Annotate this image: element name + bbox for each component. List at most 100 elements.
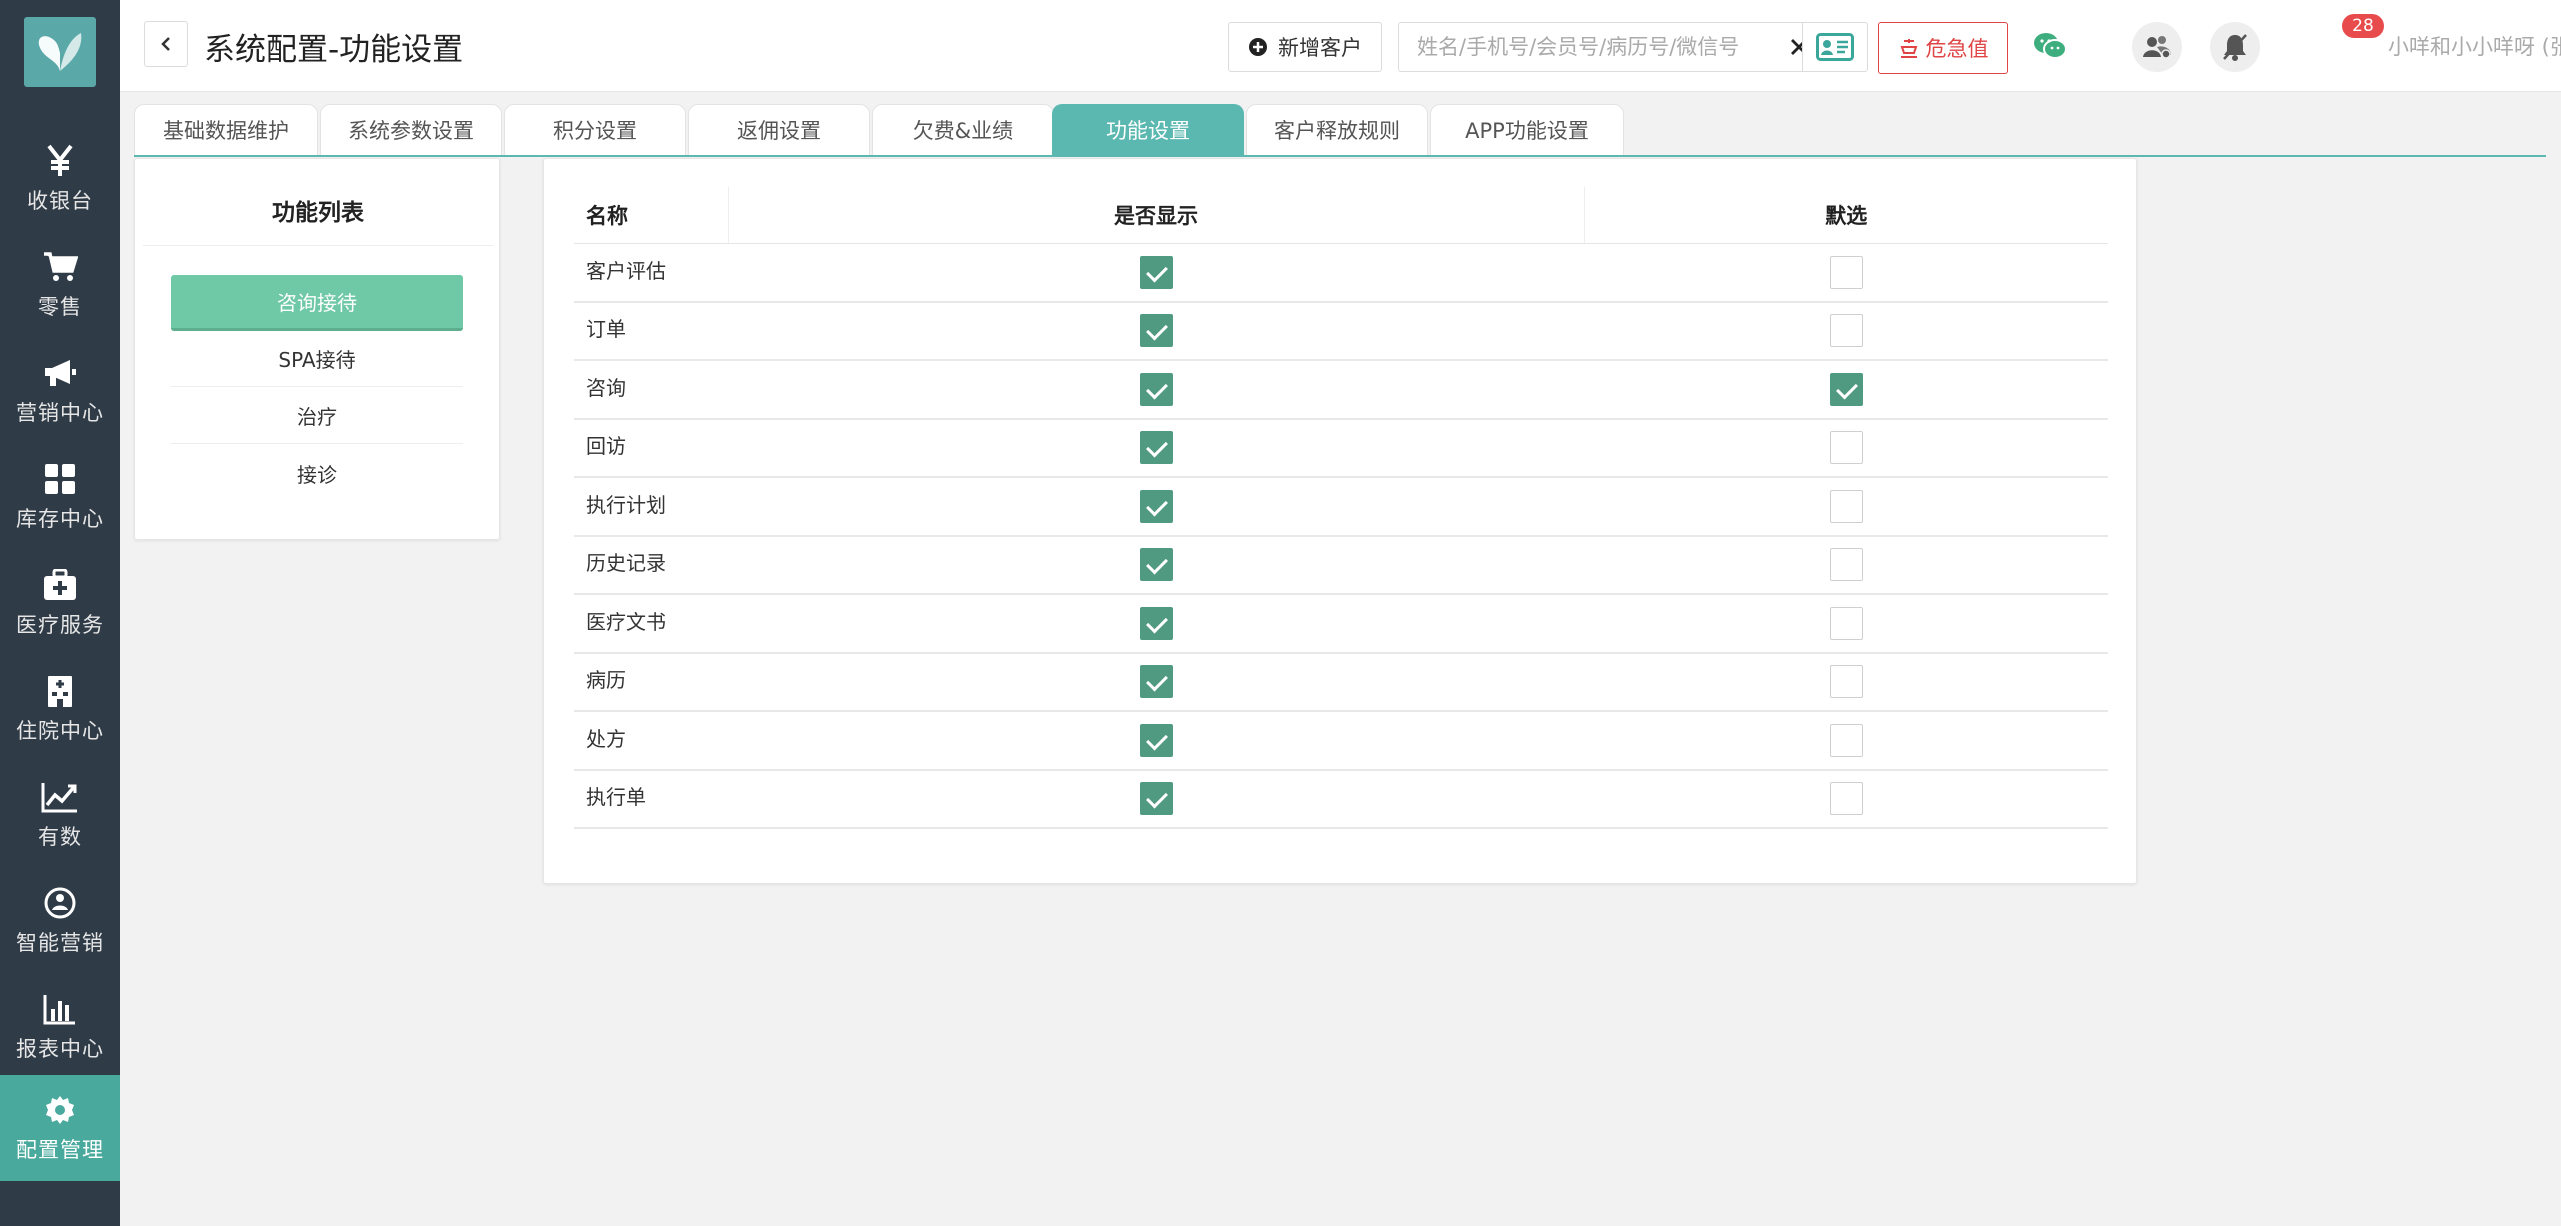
show-checkbox[interactable] <box>1139 314 1173 348</box>
show-checkbox[interactable] <box>1139 782 1173 816</box>
butterfly-logo-icon <box>38 33 82 71</box>
tab-system-params[interactable]: 系统参数设置 <box>320 104 502 155</box>
cell-show <box>728 301 1584 361</box>
sidebar-item-medical[interactable]: 医疗服务 <box>0 550 120 656</box>
top-header: 系统配置-功能设置 新增客户 危急值 28 小咩和小小咩呀 (张江门诊部) <box>120 0 2561 92</box>
show-checkbox[interactable] <box>1139 548 1173 582</box>
add-customer-button[interactable]: 新增客户 <box>1228 22 1382 72</box>
tab-customer-release[interactable]: 客户释放规则 <box>1246 104 1428 155</box>
cell-show <box>728 769 1584 829</box>
row-name: 处方 <box>574 711 728 771</box>
config-tabs: 基础数据维护 系统参数设置 积分设置 返佣设置 欠费&业绩 功能设置 客户释放规… <box>134 104 2546 157</box>
cell-show <box>728 477 1584 537</box>
tab-points[interactable]: 积分设置 <box>504 104 686 155</box>
column-header-name: 名称 <box>574 187 729 244</box>
default-checkbox[interactable] <box>1829 314 1863 348</box>
row-name: 客户评估 <box>574 243 728 303</box>
tab-function-settings[interactable]: 功能设置 <box>1052 104 1244 155</box>
function-settings-panel: 名称 是否显示 默选 客户评估 订单 咨询 回访 执行计划 历史记录 医疗文书 病历 处方 执行单 <box>543 158 2137 884</box>
show-checkbox[interactable] <box>1139 255 1173 289</box>
id-card-button[interactable] <box>1802 22 1868 72</box>
column-header-show: 是否显示 <box>728 187 1585 244</box>
table-row: 医疗文书 <box>574 594 2108 654</box>
default-checkbox[interactable] <box>1829 255 1863 289</box>
function-item-consultation[interactable]: 接诊 <box>171 445 463 501</box>
function-item-treatment[interactable]: 治疗 <box>171 388 463 444</box>
default-checkbox[interactable] <box>1829 431 1863 465</box>
default-checkbox[interactable] <box>1829 548 1863 582</box>
tab-app-settings[interactable]: APP功能设置 <box>1430 104 1624 155</box>
sidebar-item-label: 营销中心 <box>16 401 104 425</box>
table-row: 订单 <box>574 301 2108 361</box>
app-logo[interactable] <box>24 17 96 87</box>
default-checkbox[interactable] <box>1829 489 1863 523</box>
sidebar-item-smart-marketing[interactable]: 智能营销 <box>0 868 120 974</box>
tab-arrears-performance[interactable]: 欠费&业绩 <box>872 104 1054 155</box>
sidebar-item-data[interactable]: 有数 <box>0 762 120 868</box>
id-card-icon <box>1816 33 1854 61</box>
tab-commission[interactable]: 返佣设置 <box>688 104 870 155</box>
table-row: 客户评估 <box>574 243 2108 303</box>
row-name: 执行单 <box>574 769 728 829</box>
row-name: 回访 <box>574 418 728 478</box>
show-checkbox[interactable] <box>1139 665 1173 699</box>
sidebar-item-reports[interactable]: 报表中心 <box>0 974 120 1080</box>
function-item-consult-reception[interactable]: 咨询接待 <box>171 275 463 331</box>
table-row: 病历 <box>574 652 2108 712</box>
notification-count-badge: 28 <box>2342 14 2384 38</box>
sidebar: 收银台 零售 营销中心 库存中心 医疗服务 住院中心 有数 智能营销 报表中心 … <box>0 0 120 1226</box>
cart-icon <box>42 249 78 285</box>
bar-chart-icon <box>43 991 77 1027</box>
table-row: 咨询 <box>574 360 2108 420</box>
default-checkbox[interactable] <box>1829 665 1863 699</box>
smart-marketing-icon <box>43 885 77 921</box>
sidebar-item-cashier[interactable]: 收银台 <box>0 126 120 232</box>
alert-icon <box>1900 39 1917 58</box>
notification-button[interactable] <box>2210 22 2260 72</box>
cell-show <box>728 243 1584 303</box>
customer-search <box>1398 22 1822 72</box>
show-checkbox[interactable] <box>1139 372 1173 406</box>
gear-icon <box>44 1092 76 1128</box>
wechat-button[interactable] <box>2028 24 2072 68</box>
cell-default <box>1584 301 2108 361</box>
cell-show <box>728 652 1584 712</box>
show-checkbox[interactable] <box>1139 723 1173 757</box>
critical-value-button[interactable]: 危急值 <box>1878 22 2008 74</box>
row-name: 执行计划 <box>574 477 728 537</box>
cell-show <box>728 711 1584 771</box>
divider <box>143 245 493 246</box>
column-header-default: 默选 <box>1584 187 2108 244</box>
show-checkbox[interactable] <box>1139 606 1173 640</box>
cell-default <box>1584 594 2108 654</box>
show-checkbox[interactable] <box>1139 489 1173 523</box>
bell-muted-icon <box>2223 34 2247 61</box>
default-checkbox[interactable] <box>1829 723 1863 757</box>
row-name: 订单 <box>574 301 728 361</box>
cell-default <box>1584 769 2108 829</box>
default-checkbox[interactable] <box>1829 606 1863 640</box>
tab-basic-data[interactable]: 基础数据维护 <box>134 104 318 155</box>
function-list-panel: 功能列表 咨询接待 SPA接待 治疗 接诊 <box>134 158 500 540</box>
sidebar-item-retail[interactable]: 零售 <box>0 232 120 338</box>
table-row: 处方 <box>574 711 2108 771</box>
table-row: 执行计划 <box>574 477 2108 537</box>
sidebar-item-label: 报表中心 <box>16 1037 104 1061</box>
back-button[interactable] <box>144 21 188 67</box>
show-checkbox[interactable] <box>1139 431 1173 465</box>
table-header-row: 名称 是否显示 默选 <box>574 187 2108 244</box>
search-input[interactable] <box>1399 23 1779 71</box>
default-checkbox[interactable] <box>1829 782 1863 816</box>
default-checkbox[interactable] <box>1829 372 1863 406</box>
sidebar-item-marketing[interactable]: 营销中心 <box>0 338 120 444</box>
trend-chart-icon <box>41 779 79 815</box>
user-name[interactable]: 小咩和小小咩呀 (张江门诊部) <box>2388 31 2561 61</box>
sidebar-item-config[interactable]: 配置管理 <box>0 1075 120 1181</box>
function-item-spa-reception[interactable]: SPA接待 <box>171 331 463 387</box>
cell-default <box>1584 535 2108 595</box>
critical-value-label: 危急值 <box>1925 37 1989 61</box>
team-button[interactable] <box>2132 22 2182 72</box>
chevron-left-icon <box>161 37 170 51</box>
sidebar-item-inventory[interactable]: 库存中心 <box>0 444 120 550</box>
sidebar-item-inpatient[interactable]: 住院中心 <box>0 656 120 762</box>
